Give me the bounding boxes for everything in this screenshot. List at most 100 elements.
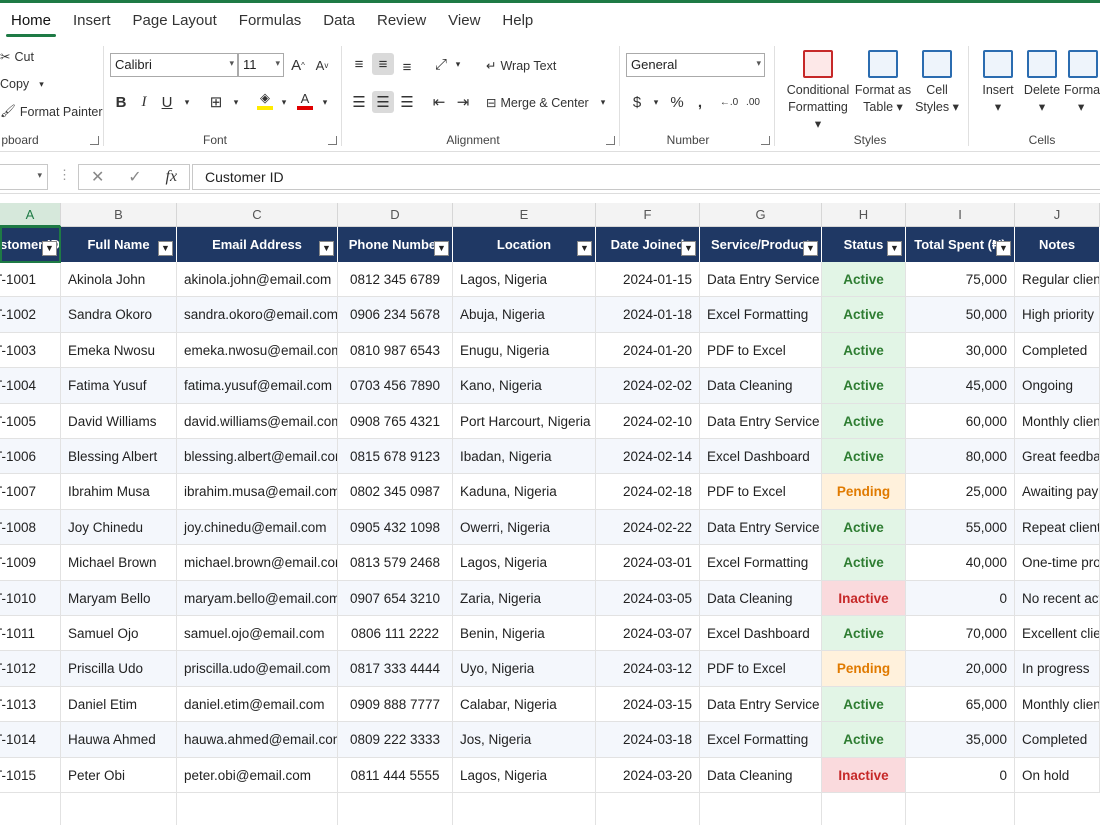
table-cell[interactable]: 2024-03-18 (596, 722, 700, 757)
table-cell[interactable]: Data Cleaning (700, 580, 822, 615)
increase-font-icon[interactable]: A ^ (287, 54, 309, 76)
table-cell[interactable]: 0809 222 3333 (338, 722, 453, 757)
table-cell[interactable]: Data Entry Service (700, 403, 822, 438)
table-cell[interactable]: 0806 111 2222 (338, 616, 453, 651)
table-cell[interactable]: blessing.albert@email.com (177, 439, 338, 474)
table-cell[interactable]: Akinola John (61, 262, 177, 297)
number-launcher-icon[interactable] (761, 136, 770, 145)
status-badge[interactable]: Pending (822, 651, 906, 686)
column-header-h[interactable]: H (822, 203, 906, 227)
table-cell[interactable]: 2024-03-20 (596, 757, 700, 792)
table-header-cell[interactable]: Location ▼ (453, 227, 596, 262)
table-cell[interactable]: Excel Formatting (700, 722, 822, 757)
align-center-icon[interactable]: ☰ (372, 91, 394, 113)
font-size-select[interactable]: 11 ▾ (238, 53, 284, 77)
table-cell[interactable]: Abuja, Nigeria (453, 297, 596, 332)
empty-row[interactable] (0, 793, 1100, 825)
table-cell[interactable]: 65,000 (906, 686, 1015, 722)
table-cell[interactable]: 60,000 (906, 403, 1015, 438)
status-badge[interactable]: Active (822, 262, 906, 297)
table-cell[interactable]: maryam.bello@email.com (177, 580, 338, 615)
table-cell[interactable]: Hauwa Ahmed (61, 722, 177, 757)
table-cell[interactable]: sandra.okoro@email.com (177, 297, 338, 332)
table-cell[interactable]: T-1012 (0, 651, 61, 686)
table-cell[interactable]: 45,000 (906, 368, 1015, 403)
table-cell[interactable]: Excellent client (1015, 616, 1100, 651)
status-badge[interactable]: Active (822, 509, 906, 545)
table-cell[interactable]: Calabar, Nigeria (453, 686, 596, 722)
chevron-down-icon[interactable]: ▾ (447, 53, 469, 75)
chevron-down-icon[interactable]: ▾ (273, 91, 295, 113)
table-cell[interactable]: 0815 678 9123 (338, 439, 453, 474)
italic-button[interactable]: I (133, 91, 155, 113)
column-header-a[interactable]: A (0, 203, 61, 227)
table-header-cell[interactable]: Total Spent (₦) ▼ (906, 227, 1015, 262)
table-cell[interactable]: 0906 234 5678 (338, 297, 453, 332)
table-cell[interactable]: 2024-02-02 (596, 368, 700, 403)
font-name-select[interactable]: Calibri ▾ (110, 53, 238, 77)
table-cell[interactable]: Data Cleaning (700, 368, 822, 403)
tab-view[interactable]: View (437, 3, 491, 39)
table-cell[interactable]: 50,000 (906, 297, 1015, 332)
table-cell[interactable]: T-1007 (0, 474, 61, 509)
table-cell[interactable]: 0810 987 6543 (338, 332, 453, 368)
font-launcher-icon[interactable] (328, 136, 337, 145)
table-cell[interactable]: Data Entry Service (700, 262, 822, 297)
align-top-icon[interactable]: ≡ (348, 53, 370, 75)
table-cell[interactable]: fatima.yusuf@email.com (177, 368, 338, 403)
table-cell[interactable]: On hold (1015, 757, 1100, 792)
table-cell[interactable]: 0703 456 7890 (338, 368, 453, 403)
tab-home[interactable]: Home (0, 3, 62, 39)
table-cell[interactable]: T-1003 (0, 332, 61, 368)
increase-decimal-icon[interactable]: ←.0 (718, 91, 740, 113)
table-cell[interactable]: 2024-01-18 (596, 297, 700, 332)
table-cell[interactable]: T-1013 (0, 686, 61, 722)
table-header-cell[interactable]: Full Name ▼ (61, 227, 177, 262)
table-cell[interactable]: Lagos, Nigeria (453, 757, 596, 792)
table-cell[interactable]: Peter Obi (61, 757, 177, 792)
tab-insert[interactable]: Insert (62, 3, 122, 39)
status-badge[interactable]: Active (822, 403, 906, 438)
status-badge[interactable]: Inactive (822, 580, 906, 615)
percent-icon[interactable]: % (666, 91, 688, 113)
table-cell[interactable]: 0811 444 5555 (338, 757, 453, 792)
column-header-f[interactable]: F (596, 203, 700, 227)
filter-dropdown-icon[interactable]: ▼ (577, 241, 592, 256)
format-painter-button[interactable]: 🖌 Format Painter (0, 104, 103, 119)
table-cell[interactable]: Great feedback (1015, 439, 1100, 474)
cell-styles-button[interactable]: Cell Styles ▾ (912, 50, 962, 116)
table-cell[interactable]: 2024-03-15 (596, 686, 700, 722)
underline-button[interactable]: U (156, 91, 178, 113)
tab-formulas[interactable]: Formulas (228, 3, 313, 39)
status-badge[interactable]: Active (822, 332, 906, 368)
filter-dropdown-icon[interactable]: ▼ (996, 241, 1011, 256)
clipboard-launcher-icon[interactable] (90, 136, 99, 145)
table-cell[interactable]: T-1005 (0, 403, 61, 438)
table-cell[interactable]: 55,000 (906, 509, 1015, 545)
filter-dropdown-icon[interactable]: ▼ (434, 241, 449, 256)
table-cell[interactable]: Zaria, Nigeria (453, 580, 596, 615)
table-cell[interactable]: T-1006 (0, 439, 61, 474)
status-badge[interactable]: Active (822, 368, 906, 403)
table-cell[interactable]: 2024-02-18 (596, 474, 700, 509)
copy-button[interactable]: Copy ▾ (0, 77, 44, 91)
table-cell[interactable]: 30,000 (906, 332, 1015, 368)
filter-dropdown-icon[interactable]: ▼ (42, 241, 57, 256)
table-cell[interactable]: 0802 345 0987 (338, 474, 453, 509)
fx-icon[interactable]: fx (166, 168, 178, 186)
table-cell[interactable]: No recent activity (1015, 580, 1100, 615)
status-badge[interactable]: Active (822, 545, 906, 580)
cut-button[interactable]: ✂ Cut (0, 49, 34, 65)
table-cell[interactable]: Excel Dashboard (700, 439, 822, 474)
table-cell[interactable]: Lagos, Nigeria (453, 262, 596, 297)
table-cell[interactable]: Ibadan, Nigeria (453, 439, 596, 474)
table-header-cell[interactable]: Date Joined ▼ (596, 227, 700, 262)
table-cell[interactable]: 75,000 (906, 262, 1015, 297)
chevron-down-icon[interactable]: ▾ (225, 91, 247, 113)
table-cell[interactable]: ibrahim.musa@email.com (177, 474, 338, 509)
table-cell[interactable]: Sandra Okoro (61, 297, 177, 332)
table-header-cell[interactable]: Phone Number ▼ (338, 227, 453, 262)
table-cell[interactable]: Enugu, Nigeria (453, 332, 596, 368)
tab-page-layout[interactable]: Page Layout (122, 3, 228, 39)
table-cell[interactable]: Data Entry Service (700, 509, 822, 545)
